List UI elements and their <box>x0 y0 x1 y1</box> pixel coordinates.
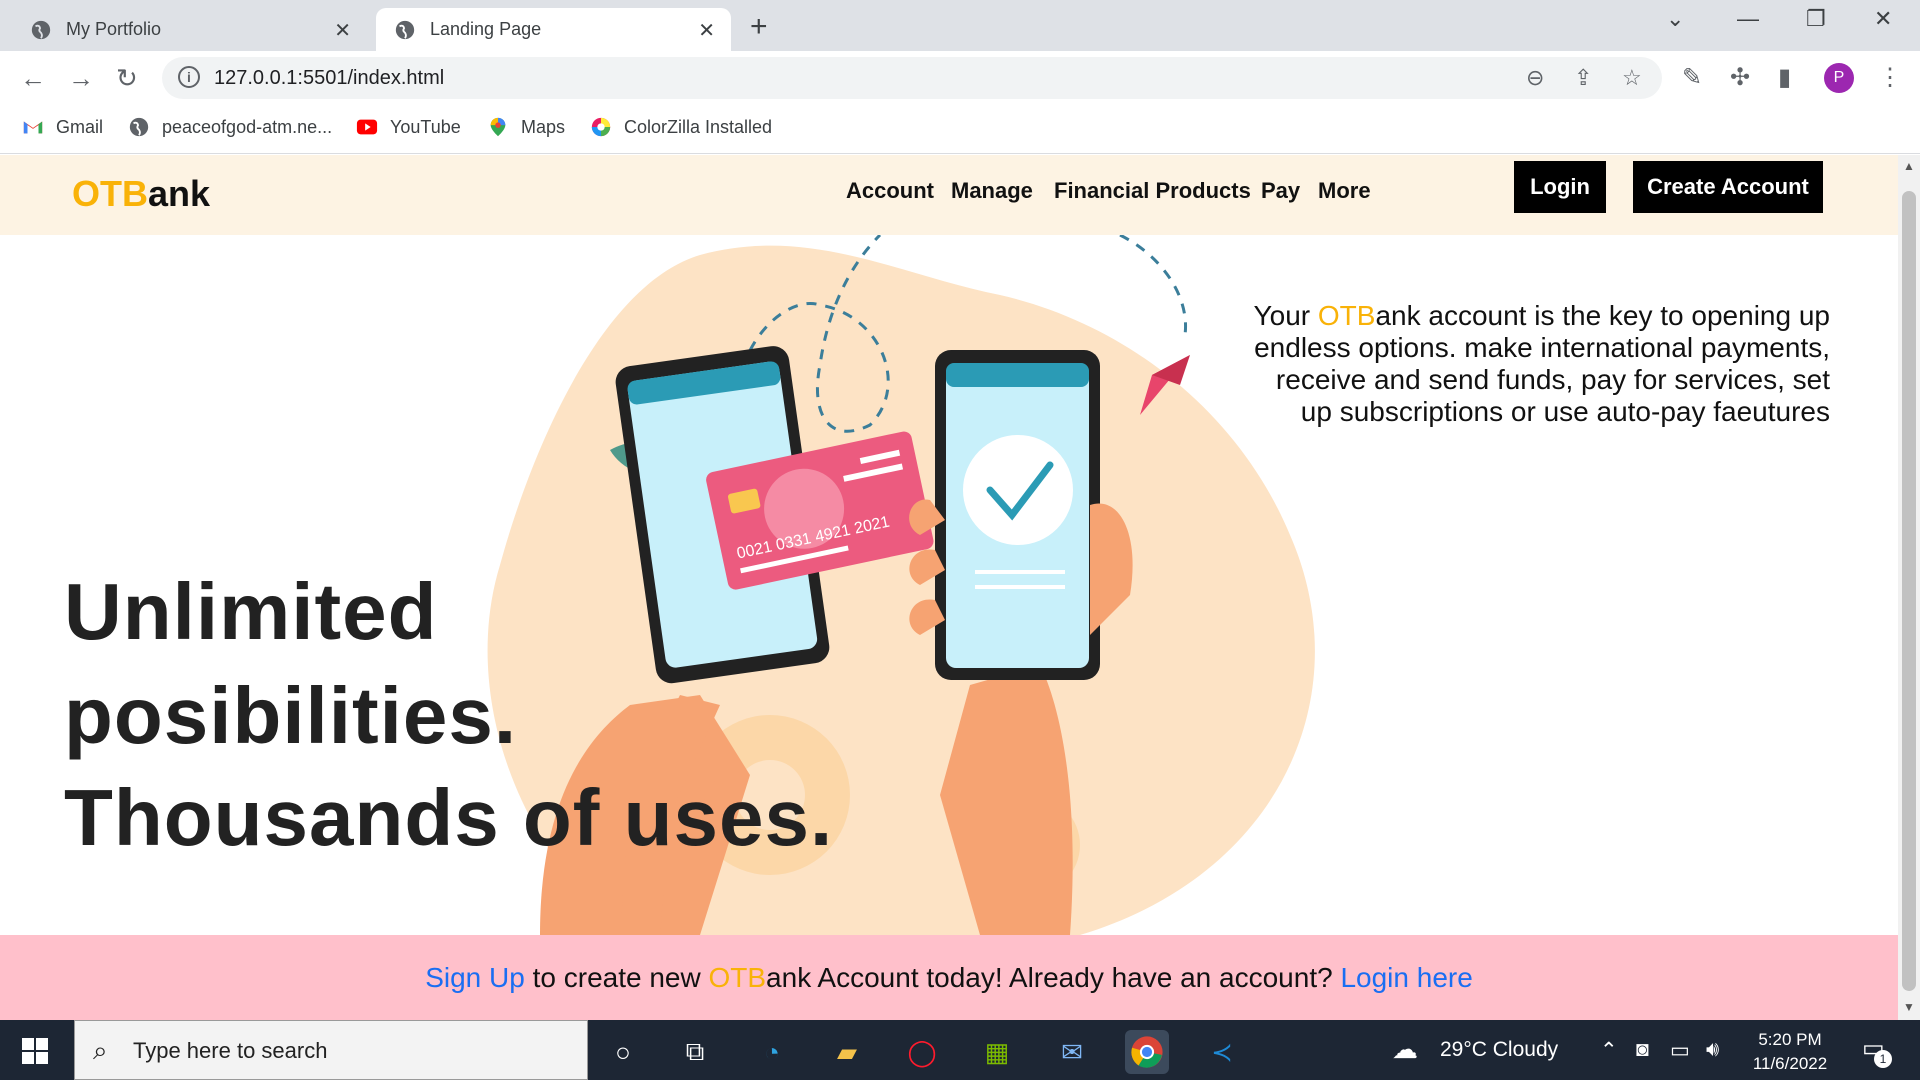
taskbar-search-box[interactable]: ⌕ Type here to search <box>74 1020 588 1080</box>
site-info-icon[interactable]: i <box>178 66 200 88</box>
cloudy-weather-icon[interactable]: ☁ <box>1392 1034 1418 1065</box>
volume-icon[interactable]: 🔊︎ <box>1706 1038 1719 1062</box>
bookmark-colorzilla[interactable]: ColorZilla Installed <box>590 116 772 138</box>
create-account-button[interactable]: Create Account <box>1633 161 1823 213</box>
login-here-link[interactable]: Login here <box>1340 962 1472 993</box>
file-explorer-icon[interactable]: ▰ <box>825 1030 869 1074</box>
weather-text[interactable]: 29°C Cloudy <box>1440 1038 1558 1062</box>
chrome-logo-icon <box>1131 1036 1163 1068</box>
notification-count-badge: 1 <box>1874 1050 1892 1068</box>
restore-icon[interactable]: ❐ <box>1806 6 1826 32</box>
nav-financial-products[interactable]: Financial Products <box>1054 178 1251 204</box>
battery-icon[interactable]: ▭ <box>1670 1038 1690 1063</box>
nav-account[interactable]: Account <box>846 178 934 204</box>
globe-icon <box>129 117 149 137</box>
bookmark-star-icon[interactable]: ☆ <box>1622 65 1642 91</box>
globe-icon <box>31 20 51 39</box>
gmail-icon <box>23 121 43 134</box>
colorzilla-icon <box>591 117 611 137</box>
scroll-down-arrow-icon[interactable]: ▼ <box>1903 1000 1915 1014</box>
mail-icon[interactable]: ✉ <box>1050 1030 1094 1074</box>
hero-title-line2: posibilities. <box>64 671 518 760</box>
chrome-icon[interactable] <box>1125 1030 1169 1074</box>
profile-avatar[interactable]: P <box>1824 63 1854 93</box>
zoom-icon[interactable]: ⊖ <box>1526 65 1544 91</box>
bookmarks-bar: Gmail peaceofgod-atm.ne... YouTube Maps … <box>0 104 1920 154</box>
signup-cta-band: Sign Up to create new OTBank Account tod… <box>0 935 1898 1020</box>
nav-more[interactable]: More <box>1318 178 1371 204</box>
windows-taskbar: ⌕ Type here to search ○ ⧉ ◔ ▰ ◯ ▦ ✉ ≺ ☁ … <box>0 1020 1920 1080</box>
windows-start-icon[interactable] <box>22 1038 48 1064</box>
close-tab-icon[interactable]: ✕ <box>698 18 715 43</box>
tab-title: Landing Page <box>430 19 542 39</box>
nav-manage[interactable]: Manage <box>951 178 1033 204</box>
cortana-icon[interactable]: ○ <box>601 1030 645 1074</box>
extensions-puzzle-icon[interactable]: ✣ <box>1730 63 1750 92</box>
forward-arrow-icon[interactable]: → <box>68 63 94 94</box>
nav-pay[interactable]: Pay <box>1261 178 1300 204</box>
tab-search-chevron-icon[interactable]: ⌄ <box>1666 6 1684 32</box>
eyedropper-icon[interactable]: ✎ <box>1682 63 1702 92</box>
search-placeholder: Type here to search <box>133 1038 328 1063</box>
close-window-icon[interactable]: ✕ <box>1874 6 1892 32</box>
tab-title: My Portfolio <box>66 19 162 39</box>
address-bar[interactable]: i 127.0.0.1:5501/index.html ⊖ ⇪ ☆ <box>162 57 1662 99</box>
close-tab-icon[interactable]: ✕ <box>334 18 351 43</box>
share-icon[interactable]: ⇪ <box>1574 65 1592 91</box>
page-scrollbar[interactable]: ▲ ▼ <box>1898 155 1920 1020</box>
browser-tab-strip: My Portfolio ✕ Landing Page ✕ + ⌄ — ❐ ✕ <box>0 0 1920 51</box>
hero-title-line1: Unlimited <box>64 567 438 656</box>
otbank-logo[interactable]: OTBank <box>72 173 210 215</box>
tray-chevron-icon[interactable]: ⌃ <box>1600 1038 1618 1063</box>
taskbar-clock[interactable]: 5:20 PM 11/6/2022 <box>1740 1028 1840 1076</box>
hero-description: Your OTBank account is the key to openin… <box>1253 300 1830 427</box>
maps-icon <box>490 117 506 137</box>
minimize-icon[interactable]: — <box>1737 6 1759 32</box>
browser-toolbar: ← → ↻ i 127.0.0.1:5501/index.html ⊖ ⇪ ☆ … <box>0 51 1920 104</box>
bookmark-gmail[interactable]: Gmail <box>22 116 103 138</box>
site-header: OTBank Account Manage Financial Products… <box>0 155 1898 235</box>
task-view-icon[interactable]: ⧉ <box>673 1030 717 1074</box>
vscode-icon[interactable]: ≺ <box>1200 1030 1244 1074</box>
browser-menu-icon[interactable]: ⋮ <box>1878 63 1902 92</box>
bookmark-peaceofgod[interactable]: peaceofgod-atm.ne... <box>128 116 332 138</box>
meet-now-icon[interactable]: ◙ <box>1636 1038 1649 1062</box>
tab-landing-page[interactable]: Landing Page ✕ <box>376 8 731 51</box>
signup-link[interactable]: Sign Up <box>425 962 525 993</box>
youtube-icon <box>356 119 378 135</box>
microsoft-store-icon[interactable]: ▦ <box>975 1030 1019 1074</box>
globe-icon <box>395 20 415 39</box>
new-tab-plus-icon[interactable]: + <box>750 10 768 44</box>
side-panel-icon[interactable]: ▮ <box>1778 63 1791 92</box>
bookmark-youtube[interactable]: YouTube <box>356 116 461 138</box>
tab-my-portfolio[interactable]: My Portfolio ✕ <box>12 8 367 51</box>
scroll-up-arrow-icon[interactable]: ▲ <box>1903 159 1915 173</box>
hero-title-line3: Thousands of uses. <box>64 773 834 862</box>
reload-icon[interactable]: ↻ <box>116 63 138 94</box>
back-arrow-icon[interactable]: ← <box>20 63 46 94</box>
login-button[interactable]: Login <box>1514 161 1606 213</box>
address-url[interactable]: 127.0.0.1:5501/index.html <box>214 67 444 90</box>
opera-icon[interactable]: ◯ <box>900 1030 944 1074</box>
scrollbar-thumb[interactable] <box>1902 191 1916 991</box>
edge-icon[interactable]: ◔ <box>750 1030 794 1074</box>
search-icon: ⌕ <box>93 1035 108 1065</box>
bookmark-maps[interactable]: Maps <box>487 116 565 138</box>
